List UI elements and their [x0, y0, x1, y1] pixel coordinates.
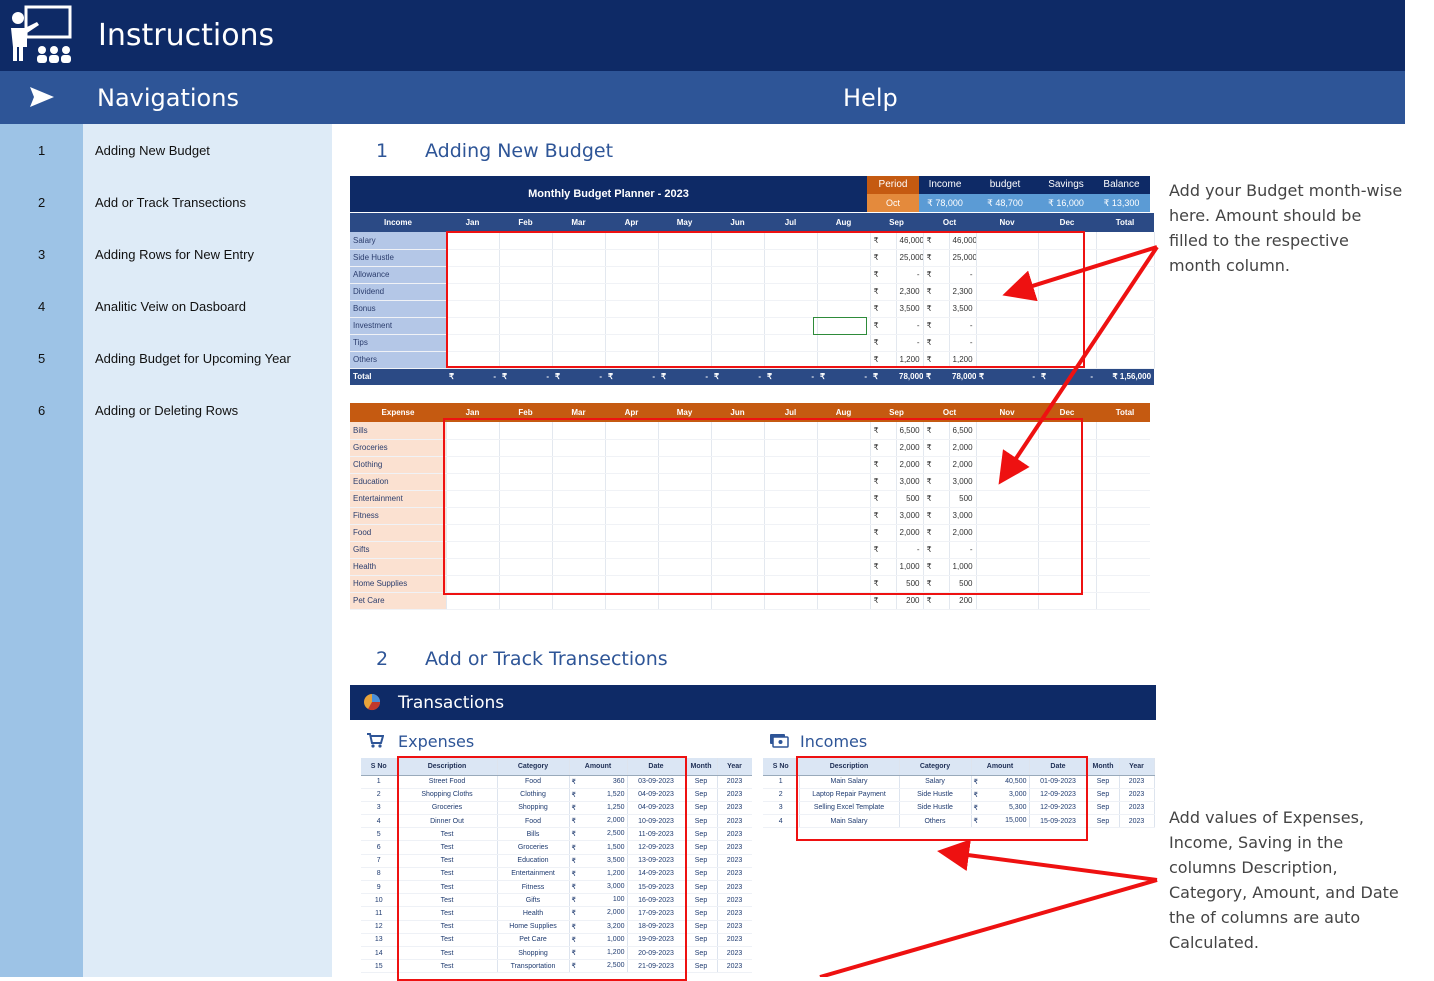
arrow-to-income	[1002, 245, 1158, 302]
arrow-to-expenses-tx	[819, 878, 1158, 977]
annotation-arrows	[819, 245, 1159, 977]
arrow-to-expense	[998, 245, 1159, 485]
arrow-to-incomes-tx	[937, 839, 1158, 882]
